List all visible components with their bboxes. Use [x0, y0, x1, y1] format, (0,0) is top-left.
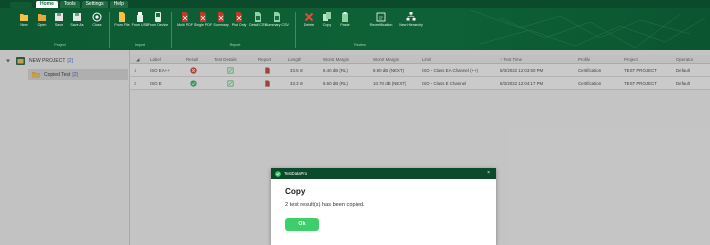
close-project-button[interactable]: Close [90, 11, 104, 27]
dialog-title-bar: TestDataPro × [271, 168, 496, 179]
paste-icon [342, 12, 348, 22]
usb-icon [137, 12, 143, 22]
paste-button[interactable]: Paste [338, 11, 352, 27]
pdf-icon [182, 12, 188, 22]
new-button[interactable]: New [17, 11, 31, 27]
copy-button[interactable]: Copy [320, 11, 334, 27]
ribbon-separator [171, 12, 172, 48]
ribbon-group-label: Project [54, 43, 66, 47]
file-import-icon [119, 12, 125, 22]
copy-icon [323, 12, 331, 21]
tab-tools[interactable]: Tools [59, 1, 80, 8]
delete-icon [304, 12, 314, 22]
open-button[interactable]: Open [35, 11, 49, 27]
hierarchy-icon [406, 12, 416, 21]
copy-dialog: TestDataPro × Copy 2 test result(s) has … [271, 168, 496, 245]
summary-pdf-button[interactable]: Summary [213, 11, 229, 27]
save-as-button[interactable]: Save As [70, 11, 84, 27]
ribbon-group-label: Import [134, 43, 146, 47]
import-from-usb-button[interactable]: From USB [132, 11, 148, 27]
close-circle-icon [92, 12, 102, 22]
pdf-icon [218, 12, 224, 22]
pdf-icon [236, 12, 242, 22]
dialog-app-name: TestDataPro [284, 171, 308, 176]
device-icon [155, 12, 161, 22]
ribbon-group-label: Report [229, 43, 241, 47]
csv-icon [255, 12, 261, 22]
dialog-heading: Copy [285, 187, 306, 196]
tab-home[interactable]: Home [36, 1, 58, 8]
app-logo-icon [275, 170, 281, 177]
save-button[interactable]: Save [52, 11, 66, 27]
single-pdf-button[interactable]: Single PDF [194, 11, 212, 27]
ribbon-toolbar: New Open Save Save As Close From File Fr… [0, 8, 710, 50]
tab-help[interactable]: Help [109, 1, 128, 8]
save-icon [55, 13, 63, 21]
dialog-message: 2 test result(s) has been copied. [285, 202, 365, 208]
detail-csv-button[interactable]: Detail CSV [249, 11, 267, 27]
close-icon[interactable]: × [487, 168, 490, 179]
ok-button[interactable]: Ok [285, 218, 319, 231]
ribbon-separator [295, 12, 296, 48]
tab-settings[interactable]: Settings [81, 1, 108, 8]
delete-button[interactable]: Delete [302, 11, 316, 27]
folder-open-icon [38, 14, 46, 21]
save-as-icon [73, 13, 81, 21]
recertification-icon [376, 12, 386, 22]
ribbon-separator [109, 12, 110, 48]
summary-csv-button[interactable]: Summary CSV [265, 11, 289, 27]
recertification-button[interactable]: Recertification [370, 11, 392, 27]
import-from-device-button[interactable]: From Device [148, 11, 168, 27]
csv-icon [274, 12, 280, 22]
pdf-icon [200, 12, 206, 22]
import-from-file-button[interactable]: From File [114, 11, 130, 27]
multi-pdf-button[interactable]: Multi PDF [177, 11, 193, 27]
folder-icon [20, 14, 28, 21]
ribbon-group-label: Review [354, 43, 366, 47]
new-hierarchy-button[interactable]: New Hierarchy [399, 11, 423, 27]
plot-only-button[interactable]: Plot Only [232, 11, 246, 27]
menu-bar: Home Tools Settings Help [0, 0, 710, 8]
application-window: Home Tools Settings Help New Open Save S… [0, 0, 710, 245]
